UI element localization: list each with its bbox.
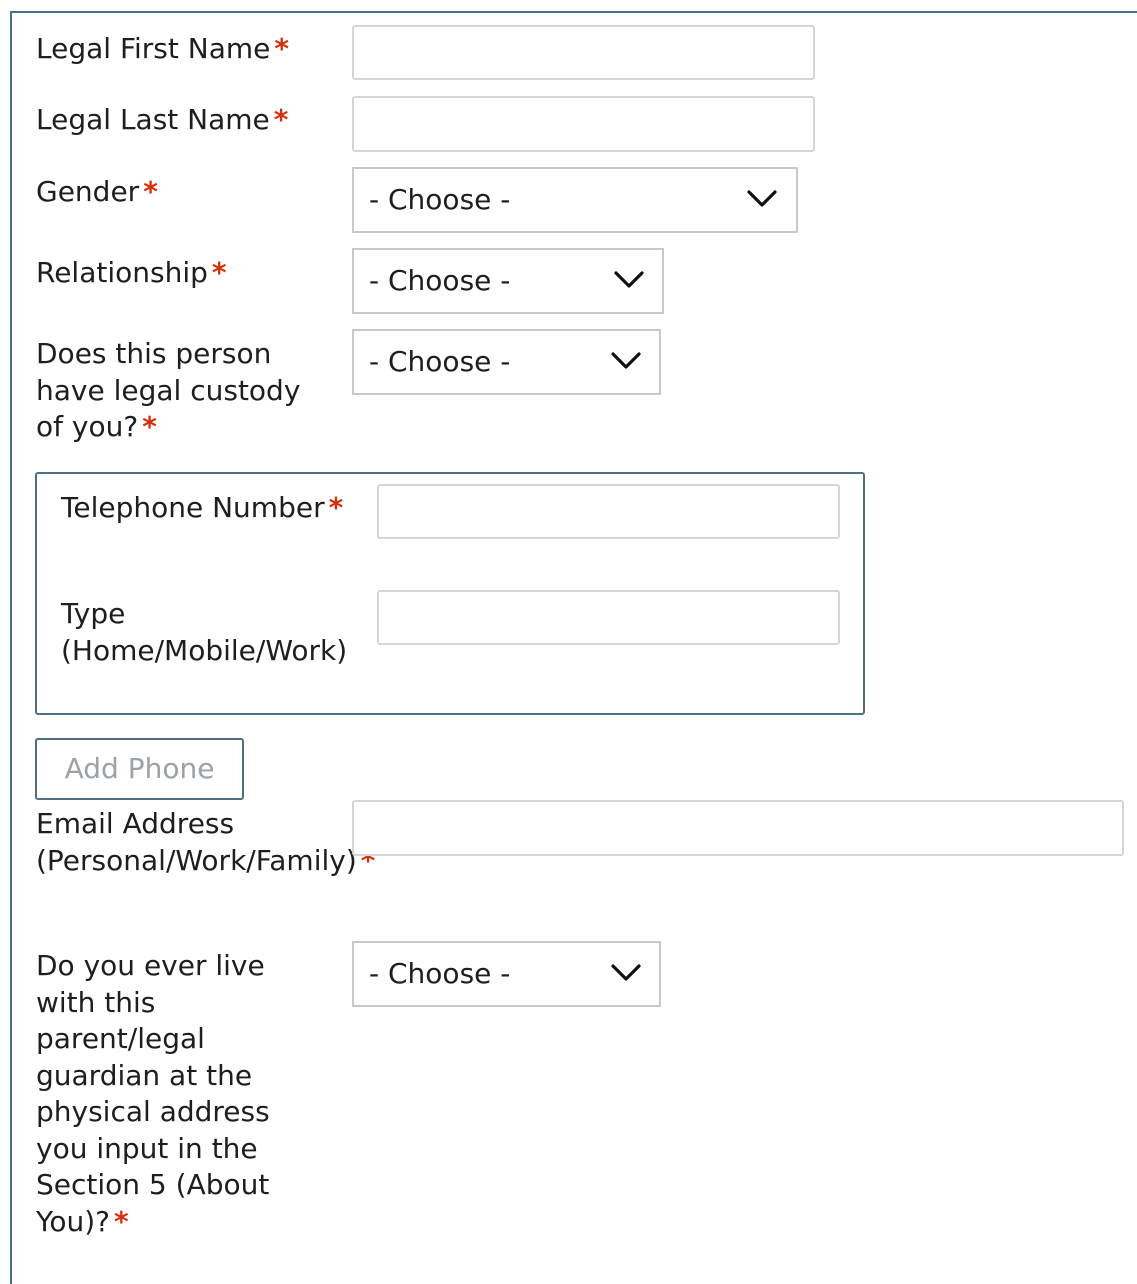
required-asterisk: *: [273, 103, 289, 136]
email-input[interactable]: [352, 800, 1124, 856]
required-asterisk: *: [142, 410, 157, 443]
gender-label: Gender *: [36, 174, 336, 211]
first-name-label-text: Legal First Name: [36, 32, 271, 65]
required-asterisk: *: [143, 175, 158, 208]
chevron-down-icon: [614, 271, 644, 288]
form-frame-left-border: [10, 11, 12, 1284]
gender-label-text: Gender: [36, 175, 140, 208]
required-asterisk: *: [114, 1204, 129, 1238]
relationship-select[interactable]: - Choose -: [352, 248, 664, 314]
gender-select-value: - Choose -: [369, 183, 511, 216]
live-with-label: Do you ever live with this parent/legal …: [36, 948, 308, 1240]
email-label-text: Email Address (Personal/Work/Family): [36, 807, 357, 877]
chevron-down-icon: [747, 190, 777, 207]
custody-select-value: - Choose -: [369, 345, 511, 378]
telephone-number-label-text: Telephone Number: [61, 491, 325, 524]
live-with-select[interactable]: - Choose -: [352, 941, 661, 1007]
add-phone-button[interactable]: Add Phone: [35, 738, 244, 800]
custody-label: Does this person have legal custody of y…: [36, 336, 321, 446]
phone-type-label: Type (Home/Mobile/Work): [61, 596, 371, 669]
email-label: Email Address (Personal/Work/Family) *: [36, 806, 381, 879]
custody-label-text: Does this person have legal custody of y…: [36, 337, 301, 443]
required-asterisk: *: [328, 491, 344, 524]
relationship-label-text: Relationship: [36, 256, 208, 289]
last-name-label: Legal Last Name *: [36, 102, 336, 139]
live-with-select-value: - Choose -: [369, 957, 511, 990]
chevron-down-icon: [611, 964, 641, 981]
first-name-label: Legal First Name *: [36, 31, 336, 68]
form-frame-top-border: [10, 11, 1137, 13]
last-name-label-text: Legal Last Name: [36, 103, 270, 136]
gender-select[interactable]: - Choose -: [352, 167, 798, 233]
phone-type-input[interactable]: [377, 590, 840, 645]
custody-select[interactable]: - Choose -: [352, 329, 661, 395]
relationship-select-value: - Choose -: [369, 264, 511, 297]
required-asterisk: *: [211, 256, 227, 289]
required-asterisk: *: [274, 32, 290, 65]
live-with-label-text: Do you ever live with this parent/legal …: [36, 949, 270, 1238]
phone-type-label-text: Type (Home/Mobile/Work): [61, 597, 348, 667]
telephone-number-label: Telephone Number *: [61, 490, 361, 527]
first-name-input[interactable]: [352, 25, 815, 80]
chevron-down-icon: [611, 352, 641, 369]
telephone-number-input[interactable]: [377, 484, 840, 539]
relationship-label: Relationship *: [36, 255, 336, 292]
last-name-input[interactable]: [352, 96, 815, 152]
